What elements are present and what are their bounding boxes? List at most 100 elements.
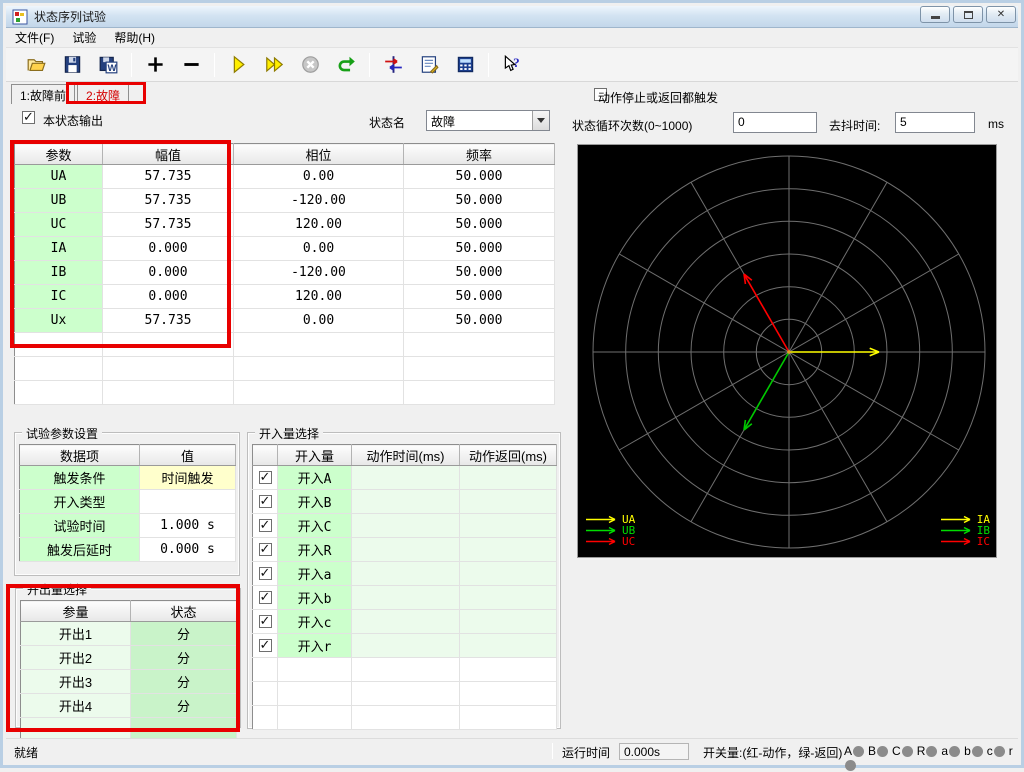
switch-indicator: C [892, 744, 913, 758]
action-time-cell[interactable] [352, 490, 460, 514]
param-value-cell[interactable] [140, 490, 236, 514]
input-select-group-title: 开入量选择 [255, 425, 323, 442]
export-report-button[interactable]: W [90, 51, 126, 79]
amplitude-cell[interactable]: 57.735 [103, 165, 234, 189]
tab-state-2[interactable]: 2:故障 [77, 84, 129, 104]
action-return-cell[interactable] [460, 514, 557, 538]
frequency-cell[interactable]: 50.000 [404, 213, 555, 237]
vector-adjust-button[interactable] [375, 51, 411, 79]
frequency-cell[interactable]: 50.000 [404, 309, 555, 333]
open-button[interactable] [18, 51, 54, 79]
run-continuous-button[interactable] [256, 51, 292, 79]
maximize-button[interactable] [953, 6, 983, 23]
play-icon [229, 55, 248, 74]
phase-cell[interactable]: -120.00 [234, 189, 404, 213]
input-checkbox[interactable] [259, 615, 272, 628]
action-return-cell[interactable] [460, 586, 557, 610]
report-button[interactable] [411, 51, 447, 79]
input-checkbox[interactable] [259, 543, 272, 556]
action-time-cell[interactable] [352, 586, 460, 610]
frequency-cell[interactable]: 50.000 [404, 261, 555, 285]
action-return-cell[interactable] [460, 610, 557, 634]
action-time-cell[interactable] [352, 514, 460, 538]
action-time-cell[interactable] [352, 466, 460, 490]
input-checkbox[interactable] [259, 639, 272, 652]
close-button[interactable]: ✕ [986, 6, 1016, 23]
debounce-input[interactable]: 5 [895, 112, 975, 133]
param-value-cell[interactable]: 时间触发 [140, 466, 236, 490]
menu-help[interactable]: 帮助(H) [105, 27, 164, 48]
action-time-cell[interactable] [352, 538, 460, 562]
output-param-cell: 开出1 [21, 622, 131, 646]
switch-indicator: B [868, 744, 888, 758]
action-return-cell[interactable] [460, 466, 557, 490]
param-value-cell[interactable]: 1.000 s [140, 514, 236, 538]
output-state-cell[interactable]: 分 [131, 646, 237, 670]
stop-button[interactable] [292, 51, 328, 79]
param-value-cell[interactable]: 0.000 s [140, 538, 236, 562]
input-checkbox[interactable] [259, 495, 272, 508]
action-return-cell[interactable] [460, 538, 557, 562]
amplitude-cell[interactable]: 0.000 [103, 285, 234, 309]
tab-state-1[interactable]: 1:故障前 [11, 84, 75, 104]
indicator-dot-icon [853, 746, 864, 757]
help-cursor-icon: ? [503, 55, 522, 74]
amplitude-cell[interactable]: 57.735 [103, 309, 234, 333]
measurement-row: UC 57.735 120.00 50.000 [15, 213, 555, 237]
toolbar-separator [488, 53, 489, 77]
output-state-cell[interactable]: 分 [131, 670, 237, 694]
frequency-cell[interactable]: 50.000 [404, 165, 555, 189]
output-row: 开出2 分 [21, 646, 237, 670]
phase-cell[interactable]: -120.00 [234, 261, 404, 285]
phase-cell[interactable]: 0.00 [234, 309, 404, 333]
input-checkbox[interactable] [259, 519, 272, 532]
menu-file[interactable]: 文件(F) [6, 27, 63, 48]
amplitude-cell[interactable]: 57.735 [103, 213, 234, 237]
phase-cell[interactable]: 0.00 [234, 237, 404, 261]
menu-test[interactable]: 试验 [63, 27, 105, 48]
amplitude-cell[interactable]: 0.000 [103, 237, 234, 261]
action-time-cell[interactable] [352, 634, 460, 658]
action-time-cell[interactable] [352, 610, 460, 634]
runtime-value: 0.000s [619, 743, 689, 760]
test-param-row: 开入类型 [20, 490, 236, 514]
measurement-row: Ux 57.735 0.00 50.000 [15, 309, 555, 333]
indicator-dot-icon [926, 746, 937, 757]
test-param-row: 试验时间 1.000 s [20, 514, 236, 538]
input-select-table: 开入量 动作时间(ms) 动作返回(ms) 开入A 开入B 开入C 开入R 开入… [252, 444, 557, 730]
phase-cell[interactable]: 120.00 [234, 213, 404, 237]
save-button[interactable] [54, 51, 90, 79]
add-state-button[interactable] [137, 51, 173, 79]
undo-button[interactable] [328, 51, 364, 79]
calculator-button[interactable] [447, 51, 483, 79]
state-tabs: 1:故障前 2:故障 [11, 84, 131, 104]
input-name-cell: 开入r [278, 634, 352, 658]
output-state-cell[interactable]: 分 [131, 694, 237, 718]
run-button[interactable] [220, 51, 256, 79]
action-time-cell[interactable] [352, 562, 460, 586]
state-name-combo[interactable]: 故障 [426, 110, 550, 131]
frequency-cell[interactable]: 50.000 [404, 237, 555, 261]
phase-cell[interactable]: 0.00 [234, 165, 404, 189]
action-return-cell[interactable] [460, 490, 557, 514]
output-state-cell[interactable]: 分 [131, 622, 237, 646]
output-param-cell: 开出2 [21, 646, 131, 670]
input-checkbox[interactable] [259, 471, 272, 484]
combo-dropdown-button[interactable] [532, 111, 549, 130]
frequency-cell[interactable]: 50.000 [404, 189, 555, 213]
phase-cell[interactable]: 120.00 [234, 285, 404, 309]
amplitude-cell[interactable]: 0.000 [103, 261, 234, 285]
input-checkbox[interactable] [259, 567, 272, 580]
context-help-button[interactable]: ? [494, 51, 530, 79]
col-header-output-param: 参量 [21, 601, 131, 622]
loop-count-input[interactable]: 0 [733, 112, 817, 133]
minimize-button[interactable] [920, 6, 950, 23]
frequency-cell[interactable]: 50.000 [404, 285, 555, 309]
remove-state-button[interactable] [173, 51, 209, 79]
state-output-checkbox[interactable] [22, 111, 35, 124]
action-return-cell[interactable] [460, 634, 557, 658]
empty-row [253, 658, 557, 682]
input-checkbox[interactable] [259, 591, 272, 604]
action-return-cell[interactable] [460, 562, 557, 586]
amplitude-cell[interactable]: 57.735 [103, 189, 234, 213]
